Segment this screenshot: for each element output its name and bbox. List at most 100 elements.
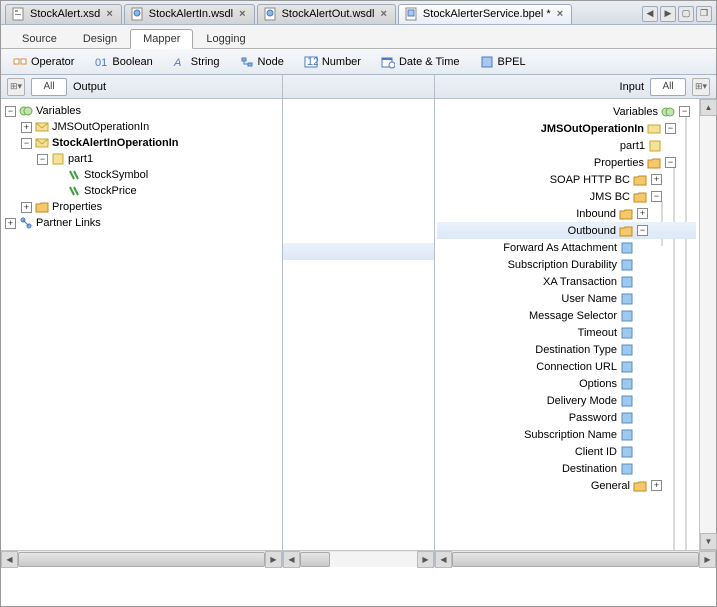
expand-icon[interactable]: +: [637, 208, 648, 219]
tree-variables[interactable]: − Variables: [3, 103, 280, 119]
rtree-forwardasattachment[interactable]: Forward As Attachment: [437, 239, 696, 256]
rtree-subscriptionname[interactable]: Subscription Name: [437, 426, 696, 443]
horizontal-scrollbar[interactable]: ◀ ▶: [435, 550, 716, 567]
collapse-icon[interactable]: −: [679, 106, 690, 117]
tab-stockalertout-wsdl[interactable]: StockAlertOut.wsdl ×: [257, 4, 396, 24]
input-panel: Input All ⊞▾ Variables − JMSOutOperation…: [435, 75, 716, 567]
tree-part1[interactable]: − part1: [3, 151, 280, 167]
rtree-destination[interactable]: Destination: [437, 460, 696, 477]
view-mapper[interactable]: Mapper: [130, 29, 193, 49]
rtree-subscriptiondurability[interactable]: Subscription Durability: [437, 256, 696, 273]
output-filter-dropdown[interactable]: All: [31, 78, 67, 96]
output-tree[interactable]: − Variables + JMSOutOperationIn − StockA…: [1, 99, 282, 550]
tree-label: JMS BC: [590, 191, 630, 203]
tree-stocksymbol[interactable]: StockSymbol: [3, 167, 280, 183]
rtree-messageselector[interactable]: Message Selector: [437, 307, 696, 324]
input-tree[interactable]: Variables − JMSOutOperationIn − part1 Pr…: [435, 99, 716, 567]
rtree-destinationtype[interactable]: Destination Type: [437, 341, 696, 358]
rtree-deliverymode[interactable]: Delivery Mode: [437, 392, 696, 409]
horizontal-scrollbar[interactable]: ◀ ▶: [283, 550, 434, 567]
collapse-icon[interactable]: −: [5, 106, 16, 117]
tab-stockalertin-wsdl[interactable]: StockAlertIn.wsdl ×: [124, 4, 255, 24]
bpel-button[interactable]: BPEL: [476, 53, 530, 71]
tab-stockalerterservice-bpel[interactable]: StockAlerterService.bpel * ×: [398, 4, 572, 24]
expand-icon[interactable]: +: [651, 480, 662, 491]
rtree-properties[interactable]: Properties −: [437, 154, 696, 171]
restore-button[interactable]: ❐: [696, 6, 712, 22]
rtree-jmsbc[interactable]: JMS BC −: [437, 188, 696, 205]
partner-links-icon: [19, 216, 33, 230]
rtree-outbound[interactable]: Outbound −: [437, 222, 696, 239]
scroll-left-icon[interactable]: ◀: [283, 551, 300, 568]
rtree-timeout[interactable]: Timeout: [437, 324, 696, 341]
rtree-soaphttpbc[interactable]: SOAP HTTP BC +: [437, 171, 696, 188]
rtree-username[interactable]: User Name: [437, 290, 696, 307]
tab-stockalert-xsd[interactable]: StockAlert.xsd ×: [5, 4, 122, 24]
tree-label: Message Selector: [529, 310, 617, 322]
rtree-password[interactable]: Password: [437, 409, 696, 426]
folder-icon: [647, 156, 661, 170]
context-menu-button[interactable]: ⊞▾: [692, 78, 710, 96]
scroll-thumb[interactable]: [300, 552, 330, 567]
vertical-scrollbar[interactable]: ▲ ▼: [699, 99, 716, 550]
rtree-xatransaction[interactable]: XA Transaction: [437, 273, 696, 290]
close-icon[interactable]: ×: [555, 8, 565, 20]
rtree-variables[interactable]: Variables −: [437, 103, 696, 120]
rtree-part1[interactable]: part1: [437, 137, 696, 154]
scroll-right-icon[interactable]: ▶: [417, 551, 434, 568]
collapse-icon[interactable]: −: [665, 157, 676, 168]
node-button[interactable]: Node: [236, 53, 288, 71]
rtree-clientid[interactable]: Client ID: [437, 443, 696, 460]
mapper-toolbar: Operator 01 Boolean A String Node 12 Num…: [1, 49, 716, 75]
collapse-icon[interactable]: −: [637, 225, 648, 236]
tree-jmsoutoperationin[interactable]: + JMSOutOperationIn: [3, 119, 280, 135]
tree-label: JMSOutOperationIn: [541, 123, 644, 135]
tree-stockprice[interactable]: StockPrice: [3, 183, 280, 199]
rtree-general[interactable]: General +: [437, 477, 696, 494]
boolean-button[interactable]: 01 Boolean: [90, 53, 156, 71]
close-icon[interactable]: ×: [237, 8, 247, 20]
horizontal-scrollbar[interactable]: ◀ ▶: [1, 550, 282, 567]
view-logging[interactable]: Logging: [193, 29, 258, 48]
rtree-inbound[interactable]: Inbound +: [437, 205, 696, 222]
maximize-button[interactable]: ▢: [678, 6, 694, 22]
scroll-thumb[interactable]: [18, 552, 265, 567]
mapping-canvas[interactable]: ◀ ▶: [283, 75, 435, 567]
scroll-right-icon[interactable]: ▶: [265, 551, 282, 568]
view-source[interactable]: Source: [9, 29, 70, 48]
scroll-up-icon[interactable]: ▲: [700, 99, 717, 116]
collapse-icon[interactable]: −: [651, 191, 662, 202]
close-icon[interactable]: ×: [378, 8, 388, 20]
input-filter-dropdown[interactable]: All: [650, 78, 686, 96]
scroll-left-icon[interactable]: ◀: [435, 551, 452, 568]
tree-stockalertinoperationin[interactable]: − StockAlertInOperationIn: [3, 135, 280, 151]
rtree-connectionurl[interactable]: Connection URL: [437, 358, 696, 375]
collapse-icon[interactable]: −: [665, 123, 676, 134]
expand-icon[interactable]: +: [5, 218, 16, 229]
tree-properties[interactable]: + Properties: [3, 199, 280, 215]
collapse-icon[interactable]: −: [21, 138, 32, 149]
expand-icon[interactable]: +: [21, 122, 32, 133]
tree-label: Options: [579, 378, 617, 390]
close-icon[interactable]: ×: [104, 8, 114, 20]
scroll-left-icon[interactable]: ◀: [1, 551, 18, 568]
operator-button[interactable]: Operator: [9, 53, 78, 71]
scroll-tabs-right-button[interactable]: ▶: [660, 6, 676, 22]
scroll-right-icon[interactable]: ▶: [699, 551, 716, 568]
number-button[interactable]: 12 Number: [300, 53, 365, 71]
folder-icon: [633, 479, 647, 493]
rtree-jmsoutoperationin[interactable]: JMSOutOperationIn −: [437, 120, 696, 137]
expand-icon[interactable]: +: [21, 202, 32, 213]
context-menu-button[interactable]: ⊞▾: [7, 78, 25, 96]
tree-partnerlinks[interactable]: + Partner Links: [3, 215, 280, 231]
datetime-button[interactable]: Date & Time: [377, 53, 464, 71]
scroll-thumb[interactable]: [452, 552, 699, 567]
part-icon: [51, 152, 65, 166]
scroll-tabs-left-button[interactable]: ◀: [642, 6, 658, 22]
scroll-down-icon[interactable]: ▼: [700, 533, 717, 550]
collapse-icon[interactable]: −: [37, 154, 48, 165]
expand-icon[interactable]: +: [651, 174, 662, 185]
rtree-options[interactable]: Options: [437, 375, 696, 392]
view-design[interactable]: Design: [70, 29, 130, 48]
string-button[interactable]: A String: [169, 53, 224, 71]
